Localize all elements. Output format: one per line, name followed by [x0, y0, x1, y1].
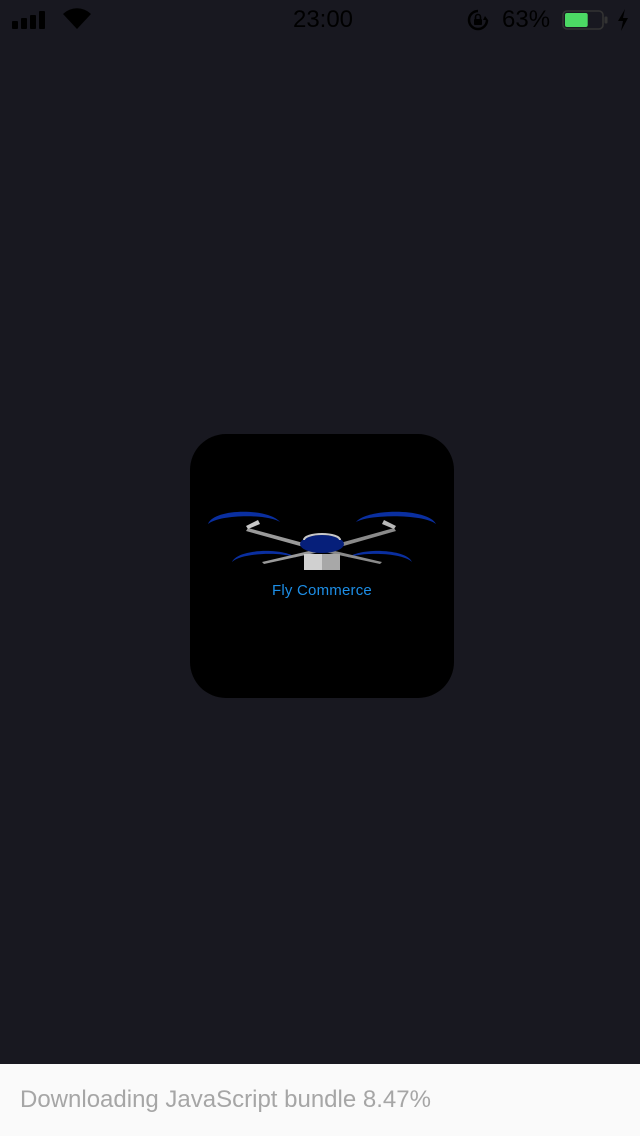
charging-bolt-icon	[618, 9, 628, 31]
download-status-text: Downloading JavaScript bundle 8.47%	[20, 1086, 431, 1113]
logo-text: Fly Commerce	[272, 582, 372, 599]
app-logo: Fly Commerce	[190, 434, 454, 698]
status-bar: 23:00 63%	[0, 0, 640, 40]
status-time: 23:00	[292, 6, 354, 33]
wifi-icon	[63, 8, 91, 29]
battery-percent: 63%	[502, 6, 551, 33]
download-progress-banner: Downloading JavaScript bundle 8.47%	[0, 1064, 640, 1136]
signal-icon	[12, 11, 46, 29]
drone-icon	[208, 511, 436, 570]
orientation-lock-icon	[467, 9, 489, 31]
battery-icon	[562, 10, 608, 30]
